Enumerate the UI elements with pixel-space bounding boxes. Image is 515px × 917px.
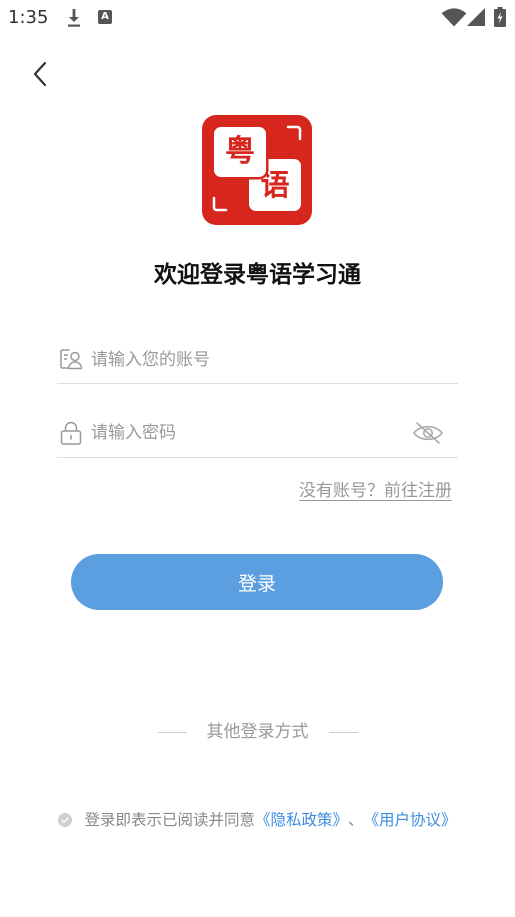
register-link[interactable]: 没有账号？前往注册 bbox=[299, 479, 452, 503]
password-input[interactable] bbox=[91, 419, 391, 447]
user-agreement-link[interactable]: 《用户协议》 bbox=[364, 808, 457, 832]
password-visibility-toggle[interactable] bbox=[408, 417, 448, 449]
logo-corner-brackets bbox=[212, 125, 302, 212]
eye-off-icon bbox=[413, 422, 443, 444]
divider-line-right bbox=[328, 731, 358, 733]
account-input[interactable] bbox=[91, 346, 411, 374]
battery-charging-icon bbox=[494, 7, 506, 27]
check-circle-icon bbox=[58, 813, 73, 827]
account-underline bbox=[57, 383, 458, 384]
app-logo: 语 粤 bbox=[202, 115, 312, 225]
download-icon bbox=[66, 8, 82, 28]
divider-line-left bbox=[157, 731, 187, 733]
user-card-icon bbox=[59, 347, 83, 371]
lock-icon bbox=[60, 421, 82, 445]
agreement-checkbox[interactable] bbox=[58, 813, 73, 827]
agreement-prefix: 登录即表示已阅读并同意 bbox=[84, 811, 255, 829]
login-screen: 1:35 A 语 粤 欢迎登录粤语学习通 请输入您的账号 没有账号？前往注册 登… bbox=[0, 0, 515, 917]
agreement-separator: 、 bbox=[348, 811, 364, 829]
chevron-left-icon bbox=[33, 61, 47, 87]
other-login-divider: 其他登录方式 bbox=[0, 720, 515, 744]
password-underline bbox=[57, 457, 458, 458]
login-button[interactable]: 登录 bbox=[71, 554, 443, 610]
a-box-icon: A bbox=[98, 10, 112, 24]
wifi-icon bbox=[441, 8, 467, 27]
status-time: 1:35 bbox=[8, 7, 49, 28]
signal-icon bbox=[467, 8, 485, 26]
agreement-row: 登录即表示已阅读并同意 《隐私政策》 、 《用户协议》 bbox=[0, 808, 515, 832]
status-bar: 1:35 A bbox=[0, 0, 515, 34]
page-title: 欢迎登录粤语学习通 bbox=[154, 262, 361, 288]
a-box-icon-letter: A bbox=[101, 11, 109, 22]
privacy-policy-link[interactable]: 《隐私政策》 bbox=[255, 808, 348, 832]
back-button[interactable] bbox=[22, 52, 58, 96]
other-login-label: 其他登录方式 bbox=[206, 722, 309, 742]
